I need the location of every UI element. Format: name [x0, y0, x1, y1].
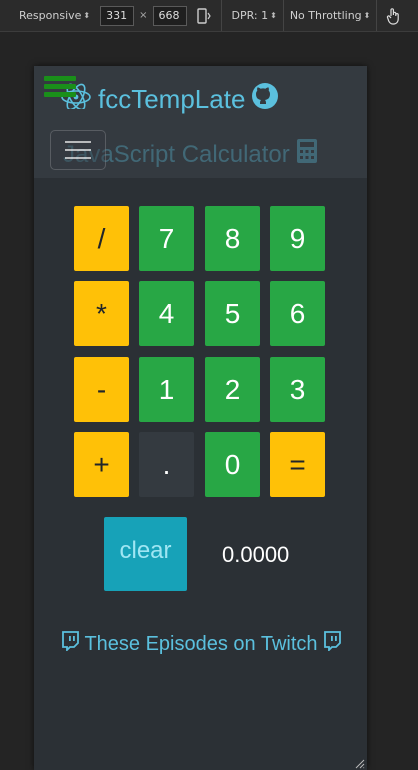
resize-handle-icon[interactable] [353, 756, 365, 769]
dimension-separator: × [139, 10, 148, 21]
key-divide-button[interactable]: / [74, 206, 129, 271]
twitch-icon [323, 631, 341, 657]
key-8-button[interactable]: 8 [205, 206, 260, 271]
navbar-toggler-button[interactable] [50, 130, 106, 170]
twitch-link[interactable]: These Episodes on Twitch [59, 631, 343, 657]
brand-link[interactable]: fccTempLate [60, 82, 279, 117]
key-decimal-button[interactable]: . [139, 432, 194, 497]
dpr-select[interactable]: DPR: 1 ⬍ [232, 9, 277, 22]
key-7-button[interactable]: 7 [139, 206, 194, 271]
device-viewport: fccTempLate JavaScript Calculator / 7 8 … [34, 66, 367, 770]
rotate-icon[interactable] [196, 7, 211, 24]
hamburger-icon[interactable] [42, 73, 78, 103]
chevron-updown-icon: ⬍ [83, 11, 91, 20]
key-3-button[interactable]: 3 [270, 357, 325, 422]
device-select[interactable]: Responsive ⬍ [19, 9, 90, 22]
device-label: Responsive [19, 9, 82, 22]
key-add-button[interactable]: + [74, 432, 129, 497]
devtools-stage: fccTempLate JavaScript Calculator / 7 8 … [0, 32, 418, 770]
key-6-button[interactable]: 6 [270, 281, 325, 346]
navbar: fccTempLate JavaScript Calculator [34, 66, 367, 178]
key-1-button[interactable]: 1 [139, 357, 194, 422]
devtools-device-toolbar: Responsive ⬍ 331 × 668 DPR: 1 ⬍ No Throt… [0, 0, 418, 32]
throttling-select[interactable]: No Throttling ⬍ [290, 9, 371, 22]
calculator-display: 0.0000 [222, 542, 290, 567]
chevron-updown-icon: ⬍ [363, 11, 371, 20]
twitch-link-text: These Episodes on Twitch [84, 632, 318, 655]
calculator-icon [296, 138, 318, 171]
key-subtract-button[interactable]: - [74, 357, 129, 422]
key-equals-button[interactable]: = [270, 432, 325, 497]
width-input[interactable]: 331 [100, 5, 135, 26]
key-9-button[interactable]: 9 [270, 206, 325, 271]
twitch-icon [61, 631, 80, 657]
key-5-button[interactable]: 5 [205, 281, 260, 346]
key-4-button[interactable]: 4 [139, 281, 194, 346]
github-icon [251, 82, 279, 117]
touch-icon[interactable] [386, 7, 400, 25]
key-0-button[interactable]: 0 [205, 432, 260, 497]
clear-button[interactable]: clear [104, 517, 187, 591]
throttling-label: No Throttling [289, 9, 362, 22]
key-multiply-button[interactable]: * [74, 281, 129, 346]
height-input[interactable]: 668 [152, 5, 187, 26]
dpr-label: DPR: 1 [231, 9, 269, 22]
brand-title: fccTempLate [98, 84, 246, 114]
key-2-button[interactable]: 2 [205, 357, 260, 422]
chevron-updown-icon: ⬍ [270, 11, 277, 20]
